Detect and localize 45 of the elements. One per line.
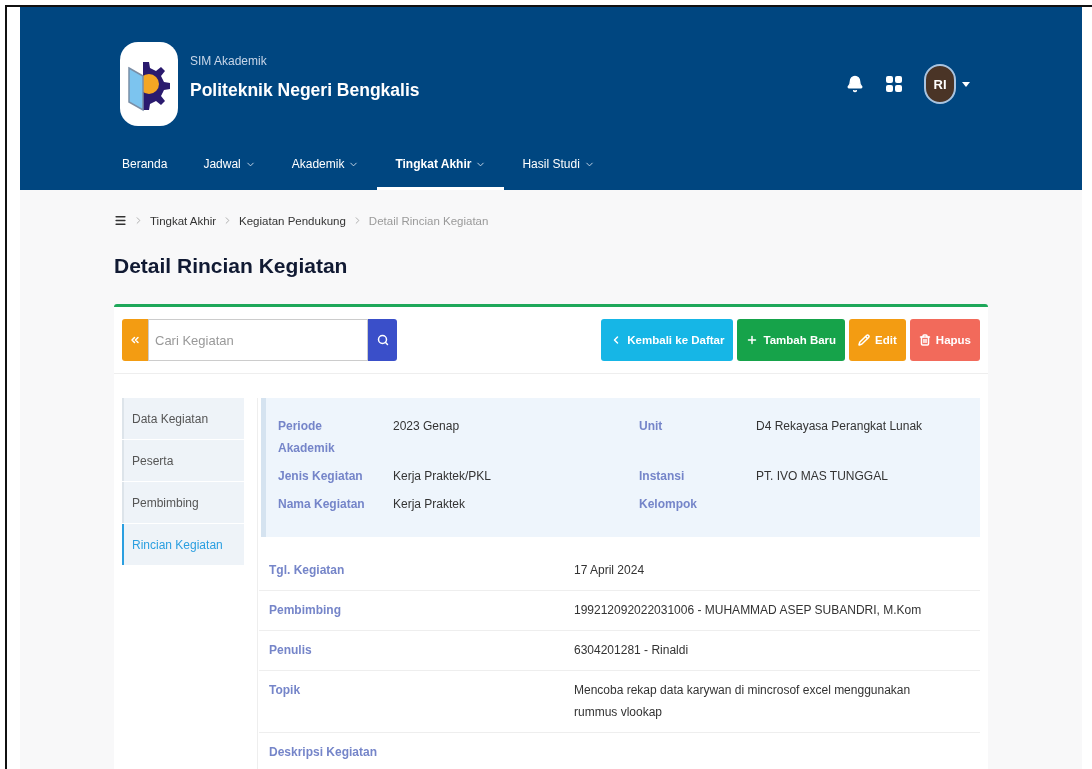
bell-icon[interactable] — [846, 75, 864, 93]
info-label: Instansi — [639, 468, 686, 485]
info-label: Periode Akademik — [278, 418, 336, 457]
user-avatar[interactable]: RI — [924, 64, 956, 104]
double-chevron-left-icon — [129, 334, 141, 346]
info-label: Jenis Kegiatan — [278, 468, 364, 485]
detail-value: Mencoba rekap data karywan di mincrosof excel menggunakan rummus vlookap — [574, 682, 912, 721]
plus-icon — [746, 334, 759, 346]
breadcrumb-link[interactable]: Tingkat Akhir — [150, 214, 217, 227]
detail-label: Penulis — [269, 642, 313, 659]
side-tab[interactable]: Pembimbing — [122, 482, 244, 523]
pencil-icon — [858, 334, 871, 346]
detail-label: Deskripsi Kegiatan — [269, 744, 379, 761]
detail-label: Topik — [269, 682, 302, 699]
current-page-label: Detail Rincian Kegiatan — [368, 214, 489, 227]
search-button[interactable] — [368, 319, 397, 361]
info-value: D4 Rekayasa Perangkat Lunak — [756, 418, 924, 435]
info-value: 2023 Genap — [393, 418, 461, 435]
apps-grid-icon[interactable] — [886, 76, 902, 92]
detail-label: Tgl. Kegiatan — [269, 562, 346, 579]
side-tab[interactable]: Peserta — [122, 440, 244, 481]
info-label: Nama Kegiatan — [278, 496, 366, 513]
menu-icon[interactable] — [114, 214, 127, 227]
app-subtitle: SIM Akademik — [190, 53, 268, 68]
info-value: Kerja Praktek/PKL — [393, 468, 493, 485]
caret-down-icon[interactable] — [962, 81, 970, 87]
search-field[interactable]: Cari Kegiatan — [148, 319, 368, 361]
detail-value: 17 April 2024 — [574, 562, 646, 579]
nav-item[interactable]: Jadwal — [185, 141, 274, 190]
app-title: Politeknik Negeri Bengkalis — [190, 79, 420, 101]
info-value: Kerja Praktek — [393, 496, 467, 513]
search-icon — [376, 334, 389, 346]
breadcrumb-link[interactable]: Kegiatan Pendukung — [239, 214, 346, 227]
nav-item[interactable]: Hasil Studi — [504, 141, 613, 190]
nav-item[interactable]: Beranda — [120, 141, 186, 190]
detail-value: 199212092022031006 - MUHAMMAD ASEP SUBANDRI, M.Kom — [574, 602, 923, 619]
info-label: Unit — [639, 418, 664, 435]
side-tab[interactable]: Data Kegiatan — [122, 398, 244, 439]
detail-label: Pembimbing — [269, 602, 342, 619]
trash-icon — [918, 334, 931, 346]
info-value: PT. IVO MAS TUNGGAL — [756, 468, 889, 485]
detail-value: 6304201281 - Rinaldi — [574, 642, 690, 659]
nav-item[interactable]: Akademik — [273, 141, 378, 190]
page-title: Detail Rincian Kegiatan — [114, 254, 349, 278]
info-label: Kelompok — [639, 496, 698, 513]
